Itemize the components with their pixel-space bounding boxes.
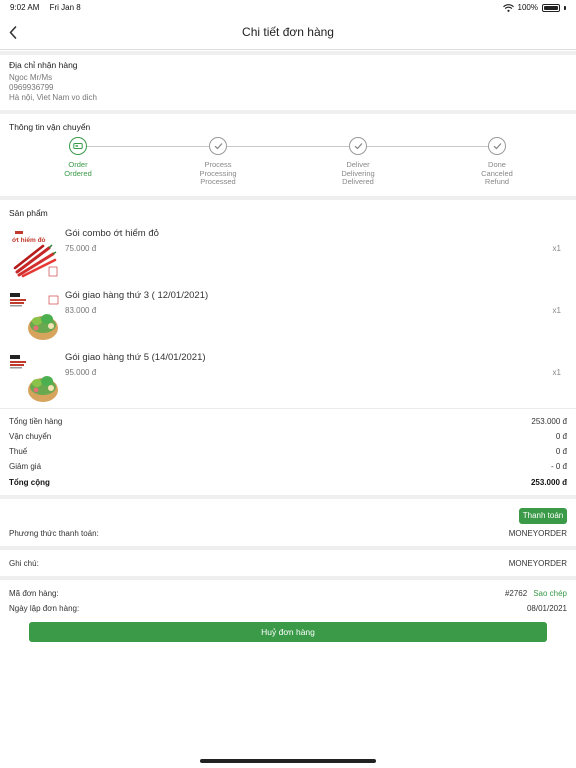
step-label: Refund [484, 177, 510, 187]
address-phone: 0969936799 [9, 83, 54, 92]
discount-label: Giảm giá [9, 462, 42, 471]
product-item[interactable]: Gói giao hàng thứ 5 (14/01/2021) 95.000 … [0, 352, 576, 410]
step-order-circle [69, 137, 87, 155]
status-date: Fri Jan 8 [49, 3, 81, 12]
subtotal-row: Tổng tiền hàng 253.000 đ [9, 417, 567, 429]
shipping-fee-label: Vận chuyển [9, 432, 52, 441]
cancel-order-button[interactable]: Huỷ đơn hàng [29, 622, 547, 642]
note-value: MONEYORDER [508, 559, 567, 568]
step-done: Done Canceled Refund [447, 137, 547, 187]
tax-label: Thuế [9, 447, 28, 456]
note-row: Ghi chú: MONEYORDER [9, 559, 567, 571]
status-time: 9:02 AM [10, 3, 40, 12]
status-indicators: 100% [502, 3, 566, 12]
address-location: Hà nội, Viet Nam vo dich [9, 93, 97, 102]
subtotal-value: 253.000 đ [531, 417, 567, 426]
payment-method-value: MONEYORDER [508, 529, 567, 538]
step-deliver: Deliver Delivering Delivered [308, 137, 408, 187]
product-image [9, 352, 59, 404]
check-icon [493, 143, 501, 150]
step-order-labels: Order Ordered [28, 160, 128, 178]
tax-row: Thuế 0 đ [9, 447, 567, 459]
note-label: Ghi chú: [9, 559, 39, 568]
check-icon [354, 143, 362, 150]
discount-row: Giảm giá - 0 đ [9, 462, 567, 474]
box-icon [73, 143, 83, 149]
product-image-label: ớt hiểm đỏ [12, 236, 46, 244]
shipping-fee-row: Vận chuyển 0 đ [9, 432, 567, 444]
product-name: Gói giao hàng thứ 5 (14/01/2021) [65, 352, 206, 363]
section-divider [0, 110, 576, 114]
step-deliver-circle [349, 137, 367, 155]
order-date-row: Ngày lập đơn hàng: 08/01/2021 [9, 604, 567, 616]
address-title: Địa chỉ nhận hàng [9, 60, 78, 70]
section-divider [0, 196, 576, 200]
step-done-labels: Done Canceled Refund [447, 160, 547, 187]
payment-method-label: Phương thức thanh toán: [9, 529, 99, 538]
tax-value: 0 đ [555, 447, 567, 456]
shipping-fee-value: 0 đ [555, 432, 567, 441]
product-name: Gói combo ớt hiểm đỏ [65, 228, 159, 239]
step-label: Processed [200, 177, 236, 187]
shipping-title: Thông tin vận chuyển [9, 122, 91, 132]
status-time-date: 9:02 AM Fri Jan 8 [10, 3, 81, 12]
product-name: Gói giao hàng thứ 3 ( 12/01/2021) [65, 290, 209, 301]
step-process-labels: Process Processing Processed [168, 160, 268, 187]
product-price: 83.000 đ [65, 306, 97, 315]
section-divider [0, 546, 576, 550]
section-divider [0, 495, 576, 499]
product-item[interactable]: ớt hiểm đỏ Gói combo ớt hiểm đỏ 75.000 đ… [0, 228, 576, 286]
step-process-circle [209, 137, 227, 155]
battery-icon [542, 3, 560, 12]
order-id-label: Mã đơn hàng: [9, 589, 59, 598]
battery-cap [564, 5, 566, 10]
step-label: Ordered [64, 168, 92, 178]
step-done-circle [488, 137, 506, 155]
product-quantity: x1 [552, 306, 561, 315]
step-order: Order Ordered [28, 137, 128, 178]
order-date-value: 08/01/2021 [526, 604, 567, 613]
product-image: ớt hiểm đỏ [9, 228, 59, 280]
nav-bar: Chi tiết đơn hàng [0, 14, 576, 50]
total-label: Tổng cộng [9, 478, 50, 487]
product-price: 75.000 đ [65, 244, 97, 253]
pay-button[interactable]: Thanh toán [519, 508, 567, 524]
stepper-line [78, 146, 498, 147]
address-name: Ngoc Mr/Ms [9, 73, 53, 82]
section-divider [0, 576, 576, 580]
discount-value: - 0 đ [550, 462, 567, 471]
battery-percent: 100% [517, 3, 538, 12]
summary-divider [0, 408, 576, 409]
products-title: Sản phẩm [9, 208, 48, 218]
product-quantity: x1 [552, 368, 561, 377]
product-price: 95.000 đ [65, 368, 97, 377]
wifi-icon [502, 3, 514, 12]
section-divider [0, 51, 576, 55]
check-icon [214, 143, 222, 150]
order-id-group: #2762 Sao chép [505, 589, 567, 598]
subtotal-label: Tổng tiền hàng [9, 417, 63, 426]
page-title: Chi tiết đơn hàng [242, 25, 334, 39]
copy-link[interactable]: Sao chép [533, 589, 567, 598]
product-image [9, 290, 59, 342]
shipping-stepper: Order Ordered Process Processing Process… [0, 137, 576, 187]
order-date-label: Ngày lập đơn hàng: [9, 604, 80, 613]
total-row: Tổng cộng 253.000 đ [9, 478, 567, 490]
step-process: Process Processing Processed [168, 137, 268, 187]
home-indicator[interactable] [200, 759, 376, 763]
status-bar: 9:02 AM Fri Jan 8 100% [0, 0, 576, 14]
step-deliver-labels: Deliver Delivering Delivered [308, 160, 408, 187]
product-quantity: x1 [552, 244, 561, 253]
total-value: 253.000 đ [530, 478, 567, 487]
step-label: Delivered [342, 177, 374, 187]
product-item[interactable]: Gói giao hàng thứ 3 ( 12/01/2021) 83.000… [0, 290, 576, 348]
order-id-row: Mã đơn hàng: #2762 Sao chép [9, 589, 567, 601]
order-id-value: #2762 [504, 589, 528, 598]
payment-method-row: Phương thức thanh toán: MONEYORDER [9, 529, 567, 541]
